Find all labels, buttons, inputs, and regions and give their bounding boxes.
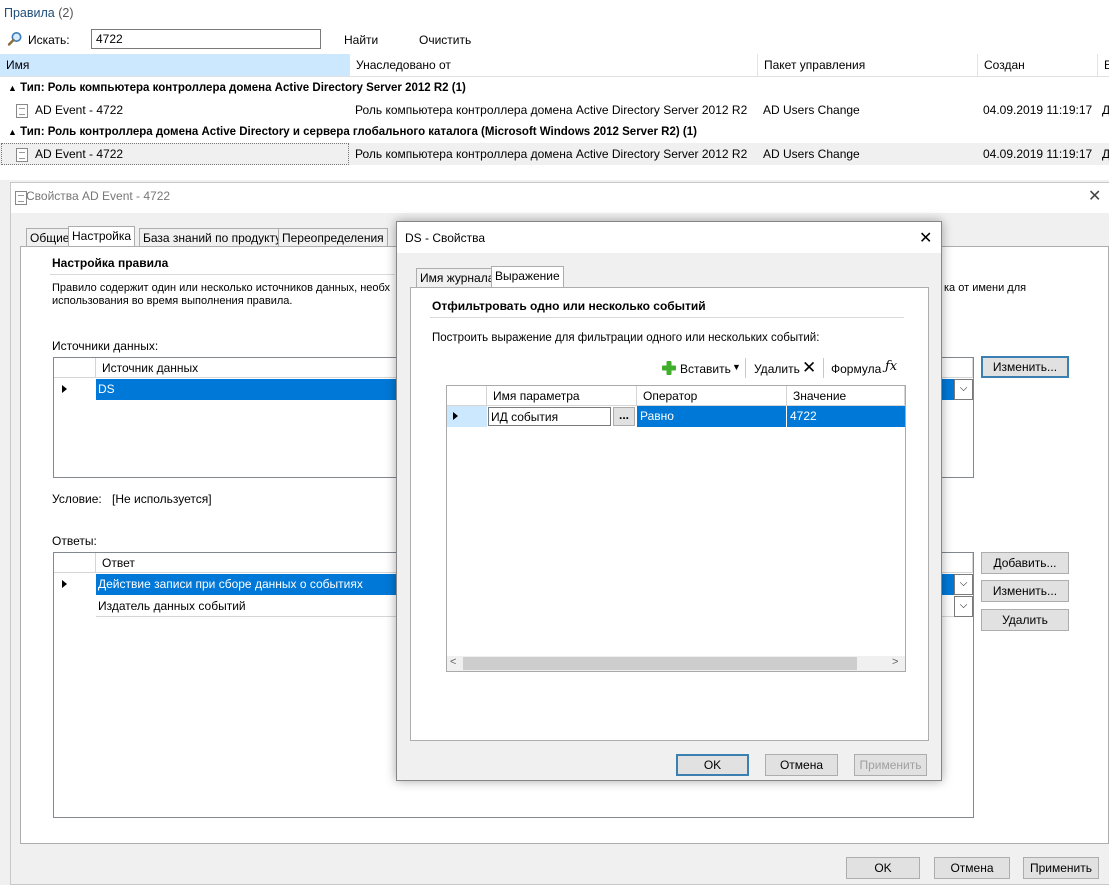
tab-general[interactable]: Общие [26, 228, 74, 247]
document-icon [16, 99, 28, 121]
delete-x-icon[interactable]: ✕ [802, 358, 816, 378]
row-header-corner [54, 358, 96, 378]
close-icon[interactable]: ✕ [1088, 186, 1101, 206]
tab-knowledge[interactable]: База знаний по продукту [139, 228, 286, 247]
add-response-button[interactable]: Добавить... [981, 552, 1069, 574]
current-row-icon [62, 385, 67, 393]
ds-section-title: Отфильтровать одно или несколько событий [432, 299, 706, 313]
chevron-down-icon[interactable]: ⌵ [954, 574, 973, 595]
rule-extra: Д [1102, 147, 1109, 161]
section-divider [430, 317, 904, 318]
tab-settings[interactable]: Настройка [68, 226, 136, 247]
chevron-down-icon[interactable]: ⌵ [954, 596, 973, 617]
cancel-button[interactable]: Отмена [934, 857, 1010, 879]
description-text: Правило содержит один или несколько исто… [52, 282, 390, 294]
row-header-corner [447, 386, 487, 406]
group-header-text: Тип: Роль компьютера контроллера домена … [20, 82, 466, 94]
delete-button[interactable]: Удалить [754, 362, 800, 376]
tab-expression[interactable]: Выражение [491, 266, 564, 287]
edit-data-source-button[interactable]: Изменить... [981, 356, 1069, 378]
clear-button[interactable]: Очистить [419, 33, 471, 47]
rule-name: AD Event - 4722 [35, 147, 124, 161]
rule-created: 04.09.2019 11:19:17 [983, 103, 1093, 117]
tab-log-name[interactable]: Имя журнала [416, 268, 499, 287]
column-header-created[interactable]: Создан [978, 54, 1098, 76]
scroll-right-icon[interactable]: > [892, 656, 898, 668]
rules-count: (2) [58, 6, 74, 20]
table-row[interactable]: AD Event - 4722 Роль компьютера контролл… [0, 99, 1109, 121]
rule-created: 04.09.2019 11:19:17 [983, 147, 1093, 161]
rule-inherited: Роль компьютера контроллера домена Activ… [355, 147, 748, 161]
scroll-left-icon[interactable]: < [450, 656, 456, 668]
group-header[interactable]: ▲ Тип: Роль контроллера домена Active Di… [0, 121, 1109, 143]
rule-pack: AD Users Change [763, 103, 860, 117]
current-row-icon [62, 580, 67, 588]
rules-title: Правила [4, 6, 55, 20]
param-value[interactable]: ИД события [488, 407, 611, 426]
chevron-down-icon[interactable]: ▼ [732, 362, 741, 372]
current-row-icon [453, 412, 458, 420]
row-header-corner [54, 553, 96, 573]
find-button[interactable]: Найти [344, 33, 378, 47]
description-text-2: использования во время выполнения правил… [52, 295, 293, 307]
ellipsis-button[interactable]: ... [613, 407, 635, 426]
rule-extra: Д [1102, 103, 1109, 117]
document-icon [16, 143, 28, 165]
responses-label: Ответы: [52, 534, 97, 548]
rules-header: Правила (2) [4, 6, 74, 20]
formula-icon[interactable]: ƒx [885, 359, 897, 374]
value-cell[interactable]: 4722 [787, 406, 905, 427]
column-header-operator: Оператор [637, 386, 787, 406]
tab-overrides[interactable]: Переопределения [278, 228, 388, 247]
ds-cancel-button[interactable]: Отмена [765, 754, 838, 776]
column-header-extra[interactable]: Е [1098, 54, 1109, 76]
chevron-down-icon[interactable]: ⌵ [954, 379, 973, 400]
close-icon[interactable]: ✕ [919, 228, 932, 248]
row-indicator [54, 574, 96, 595]
row-indicator [447, 406, 487, 427]
description-text-right: ка от имени для [944, 282, 1027, 294]
row-indicator [54, 379, 96, 400]
ds-apply-button: Применить [854, 754, 927, 776]
column-header-param: Имя параметра [487, 386, 637, 406]
section-divider [50, 274, 395, 275]
condition-label: Условие: [52, 492, 102, 506]
expression-grid [446, 385, 906, 672]
scrollbar-thumb[interactable] [463, 657, 857, 670]
search-icon [7, 31, 23, 50]
group-header[interactable]: ▲ Тип: Роль компьютера контроллера домен… [0, 77, 1109, 99]
plus-icon [661, 360, 677, 379]
data-sources-label: Источники данных: [52, 339, 159, 353]
ok-button[interactable]: OK [846, 857, 920, 879]
rule-pack: AD Users Change [763, 147, 860, 161]
rule-name: AD Event - 4722 [35, 103, 124, 117]
insert-button[interactable]: Вставить [680, 362, 731, 376]
formula-button[interactable]: Формула [831, 362, 881, 376]
ds-ok-button[interactable]: OK [676, 754, 749, 776]
column-header-inherited[interactable]: Унаследовано от [350, 54, 758, 76]
search-label: Искать: [28, 33, 70, 47]
toolbar-divider [745, 358, 746, 378]
search-input[interactable] [91, 29, 321, 49]
properties-title: Свойства AD Event - 4722 [26, 189, 171, 203]
properties-titlebar [11, 183, 1109, 213]
toolbar-divider [823, 358, 824, 378]
rules-grid-header: Имя Унаследовано от Пакет управления Соз… [0, 54, 1109, 77]
group-header-text: Тип: Роль контроллера домена Active Dire… [20, 126, 697, 138]
table-row-selected[interactable]: AD Event - 4722 Роль компьютера контролл… [0, 143, 1109, 165]
column-header-pack[interactable]: Пакет управления [758, 54, 978, 76]
edit-response-button[interactable]: Изменить... [981, 580, 1069, 602]
condition-value: [Не используется] [112, 492, 212, 506]
section-title: Настройка правила [52, 256, 169, 270]
column-header-name[interactable]: Имя [0, 54, 350, 76]
ds-description: Построить выражение для фильтрации одног… [432, 332, 820, 344]
operator-cell[interactable]: Равно [637, 406, 787, 427]
apply-button[interactable]: Применить [1023, 857, 1099, 879]
delete-response-button[interactable]: Удалить [981, 609, 1069, 631]
ds-title: DS - Свойства [405, 231, 486, 245]
rule-inherited: Роль компьютера контроллера домена Activ… [355, 103, 748, 117]
column-header-value: Значение [787, 386, 905, 406]
